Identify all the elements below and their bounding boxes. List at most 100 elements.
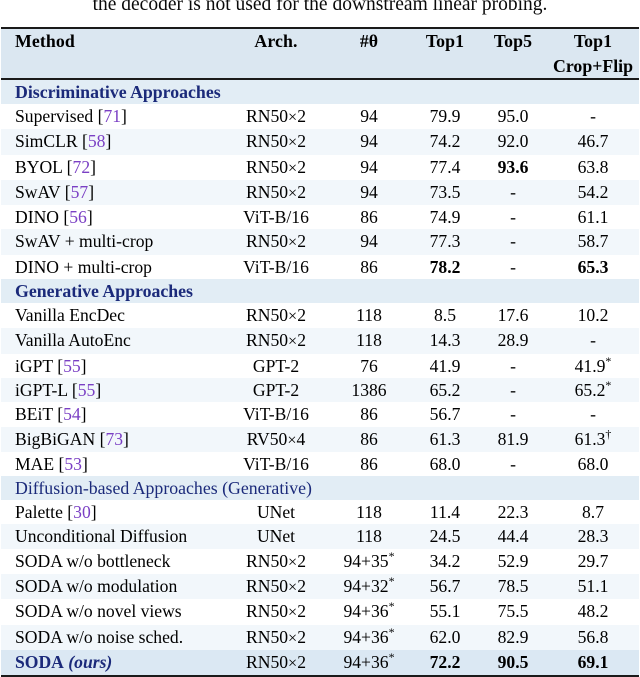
cell-arch: RN50×2 [225, 129, 327, 154]
cell-cropflip: 54.2 [547, 180, 639, 205]
method-name: Unconditional Diffusion [15, 526, 188, 547]
cell-theta: 94 [327, 104, 411, 129]
cell-cropflip: 69.1 [547, 650, 639, 675]
cell-top5: 92.0 [479, 129, 547, 154]
citation-ref[interactable]: [53] [59, 454, 88, 474]
footnote-marker: * [605, 378, 612, 393]
cell-top1: 14.3 [411, 328, 479, 353]
cell-theta: 94+36* [327, 599, 411, 624]
table-row: SODA w/o bottleneck RN50×2 94+35* 34.2 52.9 2… [1, 549, 639, 574]
cell-cropflip: - [547, 402, 639, 426]
citation-ref[interactable]: [55] [72, 380, 101, 400]
citation-ref[interactable]: [58] [82, 131, 111, 151]
value: 22.3 [497, 502, 529, 523]
table-row: BigBiGAN [73] RV50×4 86 61.3 81.9 61.3† [1, 426, 639, 452]
cell-method: Palette [30] [1, 500, 225, 524]
cell-cropflip: - [547, 104, 639, 129]
cell-arch: RN50×2 [225, 180, 327, 205]
cell-arch: RN50×2 [225, 155, 327, 180]
cell-cropflip: 65.3 [547, 255, 639, 279]
table-row: iGPT-L [55] GPT-2 1386 65.2 - 65.2* [1, 377, 639, 403]
results-table-container: Method Arch. #θ Top1 Top5 Top1 Crop+Flip Discri… [1, 27, 639, 677]
value: 72.2 [429, 651, 461, 672]
table-header-subrow: Crop+Flip [1, 54, 639, 78]
cell-theta: 76 [327, 354, 411, 378]
cell-top1: 65.2 [411, 378, 479, 402]
column-subheader-arch [225, 54, 327, 78]
table-row: SODA w/o novel views RN50×2 94+36* 55.1 75.5… [1, 599, 639, 624]
value: - [510, 379, 516, 400]
citation-ref[interactable]: [55] [57, 356, 86, 376]
cell-cropflip: 8.7 [547, 500, 639, 524]
column-header-cropflip: Top1 [573, 31, 613, 51]
value: 92.0 [497, 131, 529, 152]
table-row: SimCLR [58] RN50×2 94 74.2 92.0 46.7 [1, 129, 639, 155]
cell-top1: 68.0 [411, 452, 479, 476]
value: 41.9 [429, 355, 461, 376]
cell-top1: 41.9 [411, 354, 479, 378]
value: GPT-2 [252, 379, 300, 400]
value: 78.2 [429, 256, 461, 277]
cell-method: BEiT [54] [1, 402, 225, 426]
method-name: iGPT-L [15, 379, 68, 400]
cell-arch: RN50×2 [225, 303, 327, 328]
value: 68.0 [577, 453, 609, 474]
cell-arch: GPT-2 [225, 354, 327, 378]
value: RN50×2 [246, 305, 306, 326]
footnote-marker: * [388, 650, 395, 665]
value: ViT-B/16 [243, 453, 309, 474]
value: 34.2 [429, 550, 461, 571]
value: 94 [360, 181, 378, 202]
table-row: SODA (ours) RN50×2 94+36* 72.2 90.5 69.1 [1, 649, 639, 676]
cell-top5: 75.5 [479, 599, 547, 624]
method-name: BEiT [15, 404, 53, 425]
cell-theta: 118 [327, 500, 411, 524]
citation-ref[interactable]: [73] [100, 429, 129, 449]
value: 11.4 [429, 502, 461, 523]
cell-method: Supervised [71] [1, 104, 225, 129]
footnote-marker: * [605, 353, 612, 368]
method-name: Vanilla EncDec [15, 305, 125, 326]
cell-arch: RN50×2 [225, 574, 327, 599]
table-row: iGPT [55] GPT-2 76 41.9-41.9* [1, 354, 639, 378]
method-name: SODA w/o noise sched. [15, 626, 184, 647]
citation-ref[interactable]: [30] [67, 502, 96, 522]
cell-arch: RN50×2 [225, 549, 327, 574]
cell-arch: GPT-2 [225, 378, 327, 402]
cell-arch: RN50×2 [225, 104, 327, 129]
method-name: SwAV + multi-crop [15, 231, 154, 252]
value: RN50×2 [246, 181, 306, 202]
value: 68.0 [429, 453, 461, 474]
cell-cropflip: 65.2* [547, 378, 639, 402]
value: 94 [360, 131, 378, 152]
cell-top5: 22.3 [479, 500, 547, 524]
value: 46.7 [577, 131, 609, 152]
cell-arch: ViT-B/16 [225, 402, 327, 426]
table-row: Vanilla AutoEnc RN50×2 118 14.3 28.9 - [1, 328, 639, 354]
cell-top1: 8.5 [411, 303, 479, 328]
method-name: SODA w/o bottleneck [15, 550, 171, 571]
value: GPT-2 [252, 355, 300, 376]
value: RN50×2 [246, 601, 306, 622]
cell-method: iGPT-L [55] [1, 378, 225, 402]
cell-method: SimCLR [58] [1, 129, 225, 154]
table-row: SwAV [57] RN50×2 94 73.5 - 54.2 [1, 179, 639, 206]
section-title: Generative Approaches [15, 281, 193, 302]
footnote-marker: * [388, 574, 395, 589]
citation-ref[interactable]: [71] [98, 106, 127, 126]
column-subheader-method [1, 54, 225, 78]
value: UNet [256, 502, 296, 523]
citation-ref[interactable]: [57] [65, 182, 94, 202]
cell-top5: 52.9 [479, 549, 547, 574]
citation-ref[interactable]: [56] [63, 207, 92, 227]
value: 65.2 [429, 379, 461, 400]
cell-top5: - [479, 402, 547, 426]
citation-ref[interactable]: [54] [57, 404, 86, 424]
cell-theta: 94+35* [327, 549, 411, 574]
table-row: Palette [30] UNet 118 11.4 22.3 8.7 [1, 500, 639, 524]
cell-top1: 77.4 [411, 155, 479, 180]
value: 94 [360, 156, 378, 177]
citation-ref[interactable]: [72] [67, 157, 96, 177]
column-subheader-cropflip: Crop+Flip [553, 56, 633, 76]
cell-theta: 1386 [327, 378, 411, 402]
